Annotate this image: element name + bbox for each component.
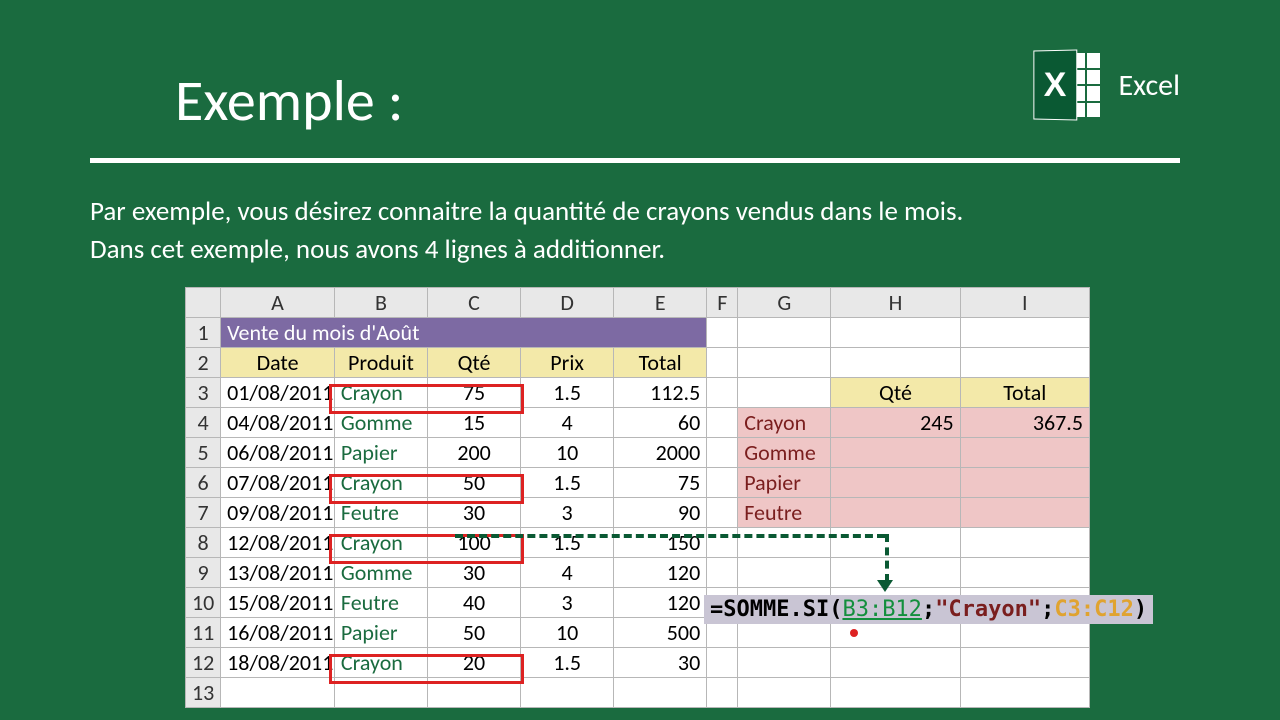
row-7: 709/08/2011Feutre30390Feutre (186, 497, 1090, 527)
row-1: 1Vente du mois d'Août (186, 317, 1090, 347)
row-12: 1218/08/2011Crayon201.530 (186, 647, 1090, 677)
row-4: 404/08/2011Gomme15460Crayon245367.5 (186, 407, 1090, 437)
formula-display: =SOMME.SI(B3:B12;"Crayon";C3:C12) (704, 595, 1153, 624)
row-6: 607/08/2011Crayon501.575Papier (186, 467, 1090, 497)
spreadsheet: A B C D E F G H I 1Vente du mois d'Août2… (185, 287, 1090, 708)
column-headers[interactable]: A B C D E F G H I (186, 287, 1090, 317)
body-text: Par exemple, vous désirez connaitre la q… (90, 193, 1180, 269)
slide-title: Exemple : (175, 65, 403, 136)
row-3: 301/08/2011Crayon751.5112.5QtéTotal (186, 377, 1090, 407)
summary-feutre[interactable]: Feutre (738, 497, 831, 527)
table-title[interactable]: Vente du mois d'Août (221, 317, 707, 347)
divider (90, 158, 1180, 163)
row-13: 13 (186, 677, 1090, 707)
summary-crayon[interactable]: Crayon (738, 407, 831, 437)
row-2: 2DateProduitQtéPrixTotal (186, 347, 1090, 377)
excel-label: Excel (1119, 67, 1180, 104)
arrow-head-icon (877, 580, 893, 592)
row-5: 506/08/2011Papier200102000Gomme (186, 437, 1090, 467)
excel-icon: X (1033, 50, 1101, 120)
row-8: 812/08/2011Crayon1001.5150 (186, 527, 1090, 557)
summary-gomme[interactable]: Gomme (738, 437, 831, 467)
laser-pointer-icon (850, 629, 858, 637)
row-9: 913/08/2011Gomme304120 (186, 557, 1090, 587)
excel-logo: X Excel (1033, 50, 1180, 120)
summary-papier[interactable]: Papier (738, 467, 831, 497)
